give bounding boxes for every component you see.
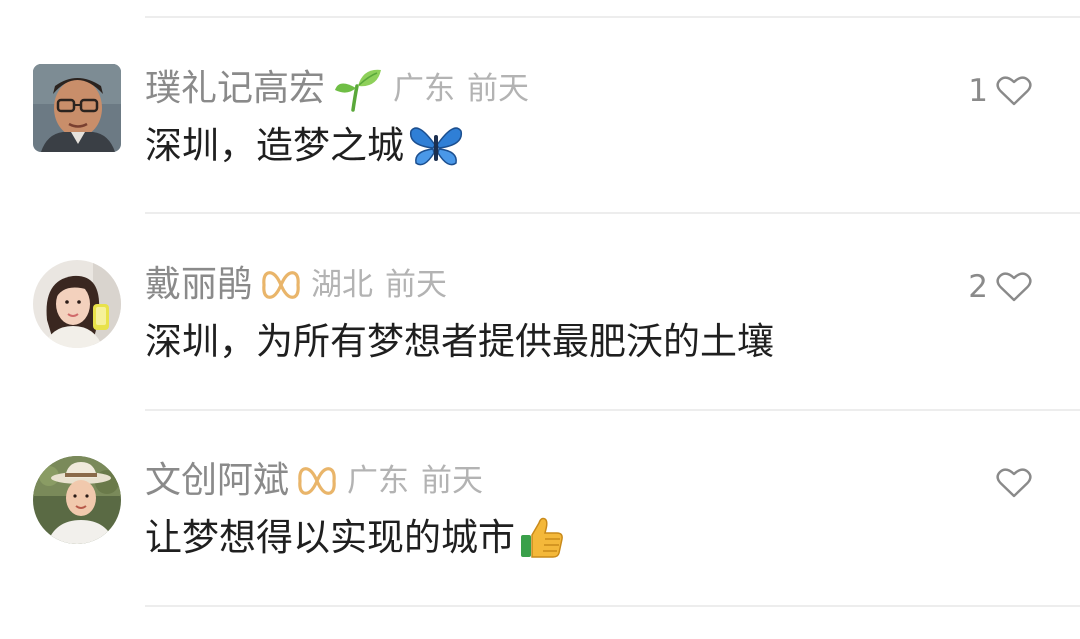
like-button[interactable]: 1 bbox=[968, 68, 1032, 114]
like-count: 2 bbox=[968, 269, 988, 305]
location: 广东 bbox=[347, 463, 410, 499]
comment-text[interactable]: 深圳，为所有梦想者提供最肥沃的土壤 bbox=[145, 318, 774, 366]
heart-icon[interactable] bbox=[996, 467, 1032, 499]
like-button[interactable] bbox=[988, 460, 1032, 506]
comment-item[interactable]: 璞礼记高宏 广东 前天 深圳，造梦之城 1 bbox=[0, 64, 1080, 194]
divider-top bbox=[145, 16, 1080, 18]
comment-text[interactable]: 让梦想得以实现的城市 bbox=[145, 514, 565, 562]
like-count: 1 bbox=[968, 73, 988, 109]
username[interactable]: 文创阿斌 bbox=[145, 458, 289, 504]
comment-text-body: 深圳，为所有梦想者提供最肥沃的土壤 bbox=[145, 320, 774, 363]
infinity-badge-icon bbox=[261, 268, 301, 302]
comment-text-body: 让梦想得以实现的城市 bbox=[145, 516, 515, 559]
timestamp: 前天 bbox=[467, 71, 530, 107]
comment-meta: 璞礼记高宏 广东 前天 bbox=[145, 66, 529, 112]
username[interactable]: 璞礼记高宏 bbox=[145, 66, 325, 112]
divider bbox=[145, 409, 1080, 411]
comment-meta: 戴丽鹃 湖北 前天 bbox=[145, 262, 447, 308]
comment-meta: 文创阿斌 广东 前天 bbox=[145, 458, 483, 504]
location: 广东 bbox=[393, 71, 456, 107]
comment-text[interactable]: 深圳，造梦之城 bbox=[145, 122, 464, 170]
timestamp: 前天 bbox=[421, 463, 484, 499]
heart-icon[interactable] bbox=[996, 271, 1032, 303]
avatar[interactable] bbox=[33, 260, 121, 348]
like-button[interactable]: 2 bbox=[968, 264, 1032, 310]
thumbs-up-emoji-icon bbox=[519, 515, 565, 561]
avatar[interactable] bbox=[33, 64, 121, 152]
timestamp: 前天 bbox=[385, 267, 448, 303]
avatar[interactable] bbox=[33, 456, 121, 544]
infinity-badge-icon bbox=[297, 464, 337, 498]
username[interactable]: 戴丽鹃 bbox=[145, 262, 253, 308]
comment-item[interactable]: 文创阿斌 广东 前天 让梦想得以实现的城市 bbox=[0, 456, 1080, 586]
butterfly-emoji-icon bbox=[408, 123, 464, 169]
location: 湖北 bbox=[311, 267, 374, 303]
sprout-icon bbox=[333, 66, 383, 112]
divider bbox=[145, 605, 1080, 607]
divider bbox=[145, 212, 1080, 214]
comment-text-body: 深圳，造梦之城 bbox=[145, 124, 404, 167]
heart-icon[interactable] bbox=[996, 75, 1032, 107]
comment-item[interactable]: 戴丽鹃 湖北 前天 深圳，为所有梦想者提供最肥沃的土壤 2 bbox=[0, 260, 1080, 390]
